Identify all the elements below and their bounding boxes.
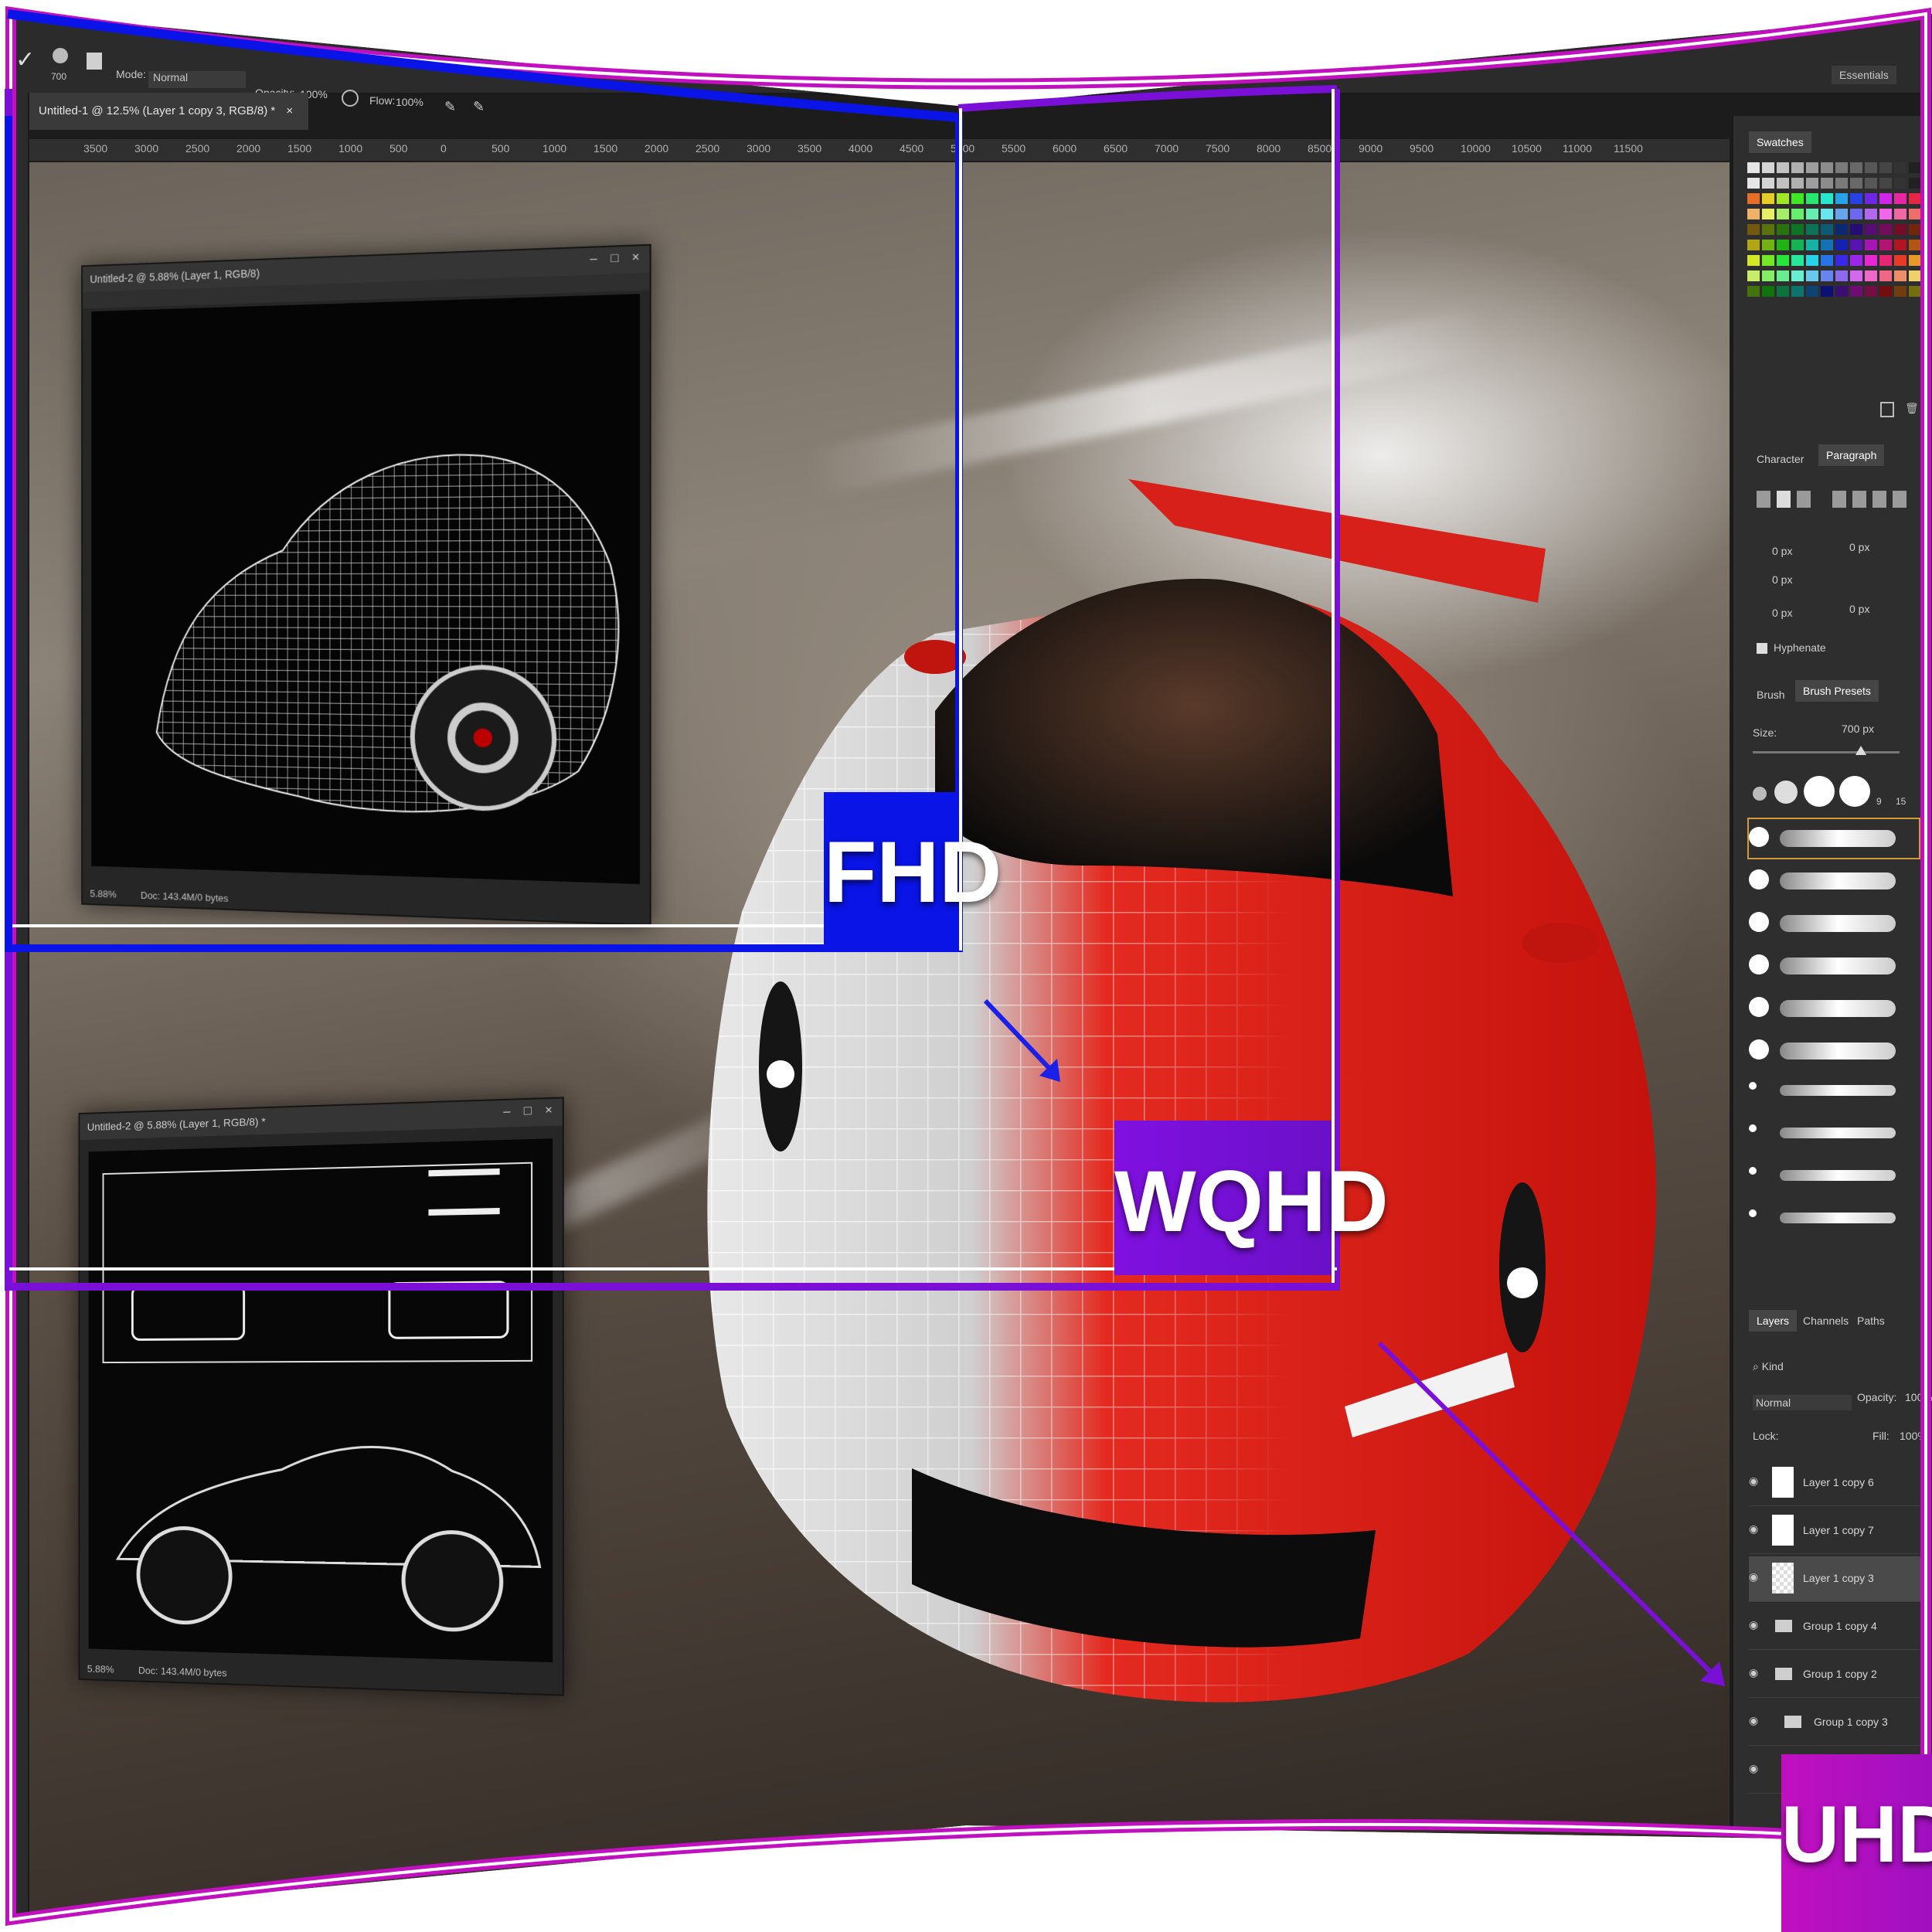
frame-top-edges [7,9,1725,1686]
resolution-comparison-graphic: ✓ 700 Mode: Normal Opacity: 100% Flow: 1… [0,0,1932,1932]
uhd-label: UHD [1781,1790,1932,1879]
